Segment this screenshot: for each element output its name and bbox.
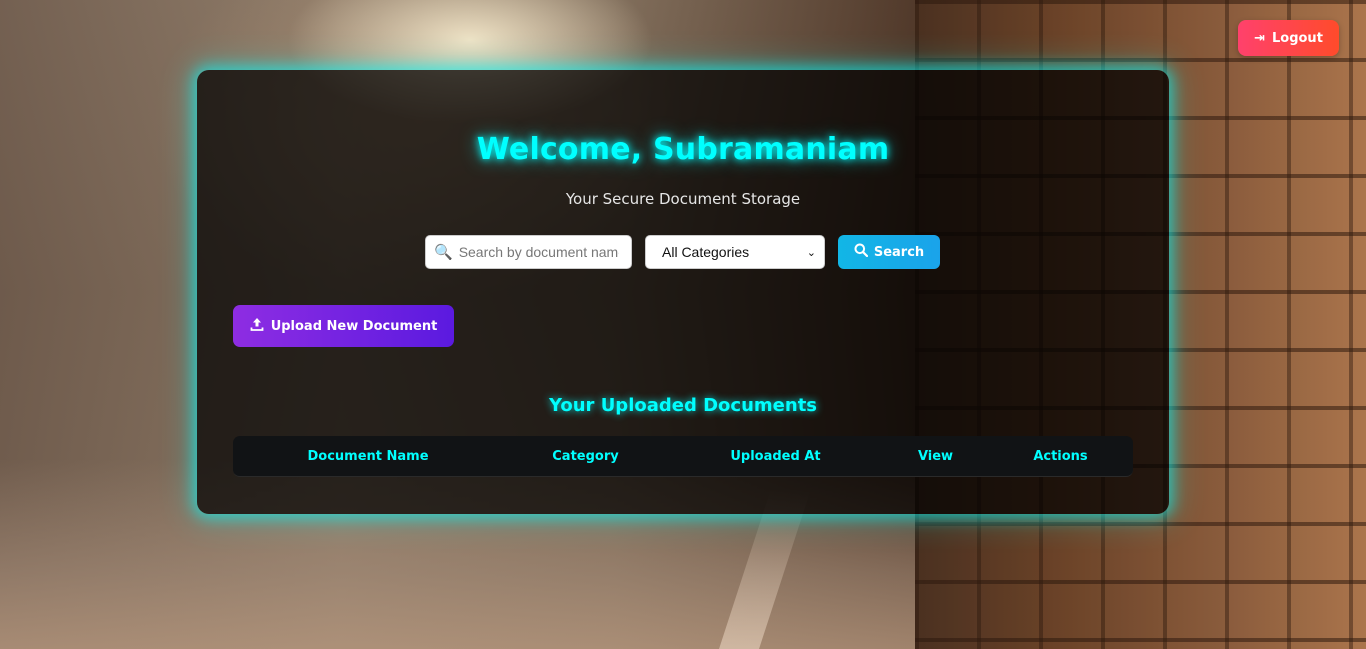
search-icon [854,243,868,261]
category-select-value: All Categories [662,244,750,260]
logout-label: Logout [1271,30,1323,46]
column-header-category[interactable]: Category [503,436,668,477]
documents-table: Document Name Category Uploaded At View … [233,436,1133,477]
column-header-document-name[interactable]: Document Name [233,436,503,477]
search-button[interactable]: Search [838,235,940,269]
upload-icon [250,317,264,335]
welcome-heading: Welcome, Subramaniam [476,132,890,167]
column-header-uploaded-at[interactable]: Uploaded At [668,436,883,477]
search-input[interactable] [458,244,619,260]
column-header-actions[interactable]: Actions [988,436,1133,477]
upload-document-button[interactable]: Upload New Document [233,305,454,347]
dashboard-panel: Welcome, Subramaniam Your Secure Documen… [197,70,1169,514]
search-button-label: Search [873,244,925,260]
documents-heading: Your Uploaded Documents [548,395,818,416]
upload-button-label: Upload New Document [270,318,438,334]
logout-icon: ⇥ [1254,30,1265,46]
category-select[interactable]: All Categories ⌄ [645,235,825,269]
magnifier-icon: 🔍 [434,243,453,261]
column-header-view[interactable]: View [883,436,988,477]
search-field[interactable]: 🔍 [425,235,632,269]
search-row: 🔍 All Categories ⌄ Search [425,235,940,269]
logout-button[interactable]: ⇥ Logout [1238,20,1339,56]
page-subtitle: Your Secure Document Storage [565,190,801,208]
chevron-down-icon: ⌄ [806,246,816,259]
